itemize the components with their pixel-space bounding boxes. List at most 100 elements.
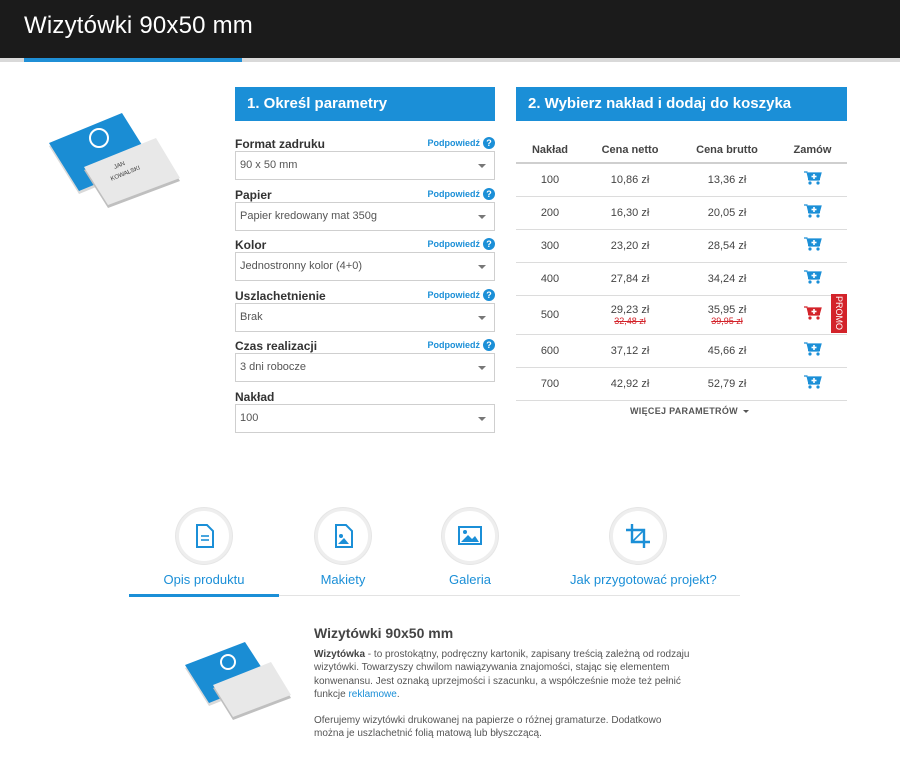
net-price-cell: 23,20 zł [584, 229, 676, 263]
gross-price: 28,54 zł [707, 239, 747, 252]
net-price: 23,20 zł [610, 239, 650, 252]
net-price: 10,86 zł [610, 173, 650, 186]
net-price-cell: 10,86 zł [584, 163, 676, 197]
price-row: 200 16,30 zł 20,05 zł [516, 196, 847, 230]
param-value: Papier kredowany mat 350g [240, 210, 377, 222]
help-link[interactable]: Podpowiedź? [427, 137, 495, 149]
price-table: Nakład Cena netto Cena brutto Zamów 100 … [516, 137, 847, 401]
net-price: 29,23 zł [610, 303, 650, 316]
advertising-link[interactable]: reklamowe [348, 689, 396, 700]
description-paragraph-2: Oferujemy wizytówki drukowanej na papier… [314, 715, 662, 740]
param-field: Nakład 100 [235, 390, 495, 436]
add-to-cart-icon[interactable] [803, 170, 823, 186]
active-tab-indicator [129, 594, 279, 597]
tab-how-to-prepare[interactable]: Jak przygotować projekt? [570, 508, 717, 587]
help-label: Podpowiedź [427, 239, 481, 249]
price-table-header: Nakład Cena netto Cena brutto Zamów [516, 137, 847, 164]
order-cell [778, 334, 847, 368]
price-row: 700 42,92 zł 52,79 zł [516, 367, 847, 401]
param-field: Uszlachetnienie Podpowiedź? Brak [235, 289, 495, 335]
more-parameters-link[interactable]: WIĘCEJ PARAMETRÓW [630, 406, 749, 416]
add-to-cart-icon[interactable] [803, 203, 823, 219]
old-net-price: 32,48 zł [614, 315, 646, 326]
tab-description-label: Opis produktu [163, 572, 245, 587]
col-order: Zamów [778, 137, 847, 164]
caret-down-icon [742, 410, 749, 414]
param-select[interactable]: 90 x 50 mm [235, 151, 495, 180]
price-row: 100 10,86 zł 13,36 zł [516, 163, 847, 197]
description-paragraph-1: Wizytówka - to prostokątny, podręczny ka… [314, 648, 694, 701]
gross-price-cell: 52,79 zł [676, 367, 778, 401]
add-to-cart-icon[interactable] [803, 341, 823, 357]
chevron-down-icon [478, 366, 486, 370]
document-icon [176, 508, 232, 564]
param-value: Jednostronny kolor (4+0) [240, 260, 362, 272]
help-link[interactable]: Podpowiedź? [428, 339, 495, 351]
chevron-down-icon [478, 215, 486, 219]
net-price: 37,12 zł [610, 344, 650, 357]
help-label: Podpowiedź [427, 138, 481, 148]
quantity-cell: 700 [516, 367, 584, 401]
param-field: Format zadruku Podpowiedź? 90 x 50 mm [235, 137, 495, 183]
help-link[interactable]: Podpowiedź? [427, 238, 495, 250]
param-select[interactable]: Papier kredowany mat 350g [235, 202, 495, 231]
gross-price-cell: 35,95 zł 39,95 zł [676, 295, 778, 335]
description-title: Wizytówki 90x50 mm [314, 625, 454, 641]
net-price-cell: 16,30 zł [584, 196, 676, 230]
param-value: 90 x 50 mm [240, 159, 298, 171]
image-icon [442, 508, 498, 564]
tab-description[interactable]: Opis produktu [150, 508, 258, 587]
param-select[interactable]: Brak [235, 303, 495, 332]
order-cell [778, 163, 847, 197]
gross-price: 45,66 zł [707, 344, 747, 357]
template-file-icon [315, 508, 371, 564]
gross-price-cell: 13,36 zł [676, 163, 778, 197]
add-to-cart-icon[interactable] [803, 374, 823, 390]
question-icon: ? [483, 289, 495, 301]
title-underline [0, 58, 900, 62]
quantity-heading: 2. Wybierz nakład i dodaj do koszyka [516, 87, 847, 121]
business-card-illustration-small [185, 642, 291, 720]
param-field: Papier Podpowiedź? Papier kredowany mat 35… [235, 188, 495, 234]
tab-gallery-label: Galeria [449, 572, 491, 587]
col-quantity: Nakład [516, 137, 584, 164]
help-link[interactable]: Podpowiedź? [428, 188, 495, 200]
promo-badge: PROMO [831, 294, 847, 333]
col-gross-price: Cena brutto [676, 137, 778, 164]
net-price-cell: 37,12 zł [584, 334, 676, 368]
gross-price-cell: 20,05 zł [676, 196, 778, 230]
chevron-down-icon [478, 417, 486, 421]
question-icon: ? [483, 188, 495, 200]
net-price-cell: 29,23 zł 32,48 zł [584, 295, 676, 335]
quantity-cell: 600 [516, 334, 584, 368]
help-label: Podpowiedź [427, 290, 481, 300]
param-label: Nakład [235, 390, 275, 404]
order-cell [778, 229, 847, 263]
order-cell [778, 367, 847, 401]
gross-price: 34,24 zł [707, 272, 747, 285]
order-cell [778, 196, 847, 230]
tab-how-to-prepare-label: Jak przygotować projekt? [570, 572, 717, 587]
quantity-cell: 400 [516, 262, 584, 296]
param-select[interactable]: 100 [235, 404, 495, 433]
help-link[interactable]: Podpowiedź? [427, 289, 495, 301]
question-icon: ? [483, 137, 495, 149]
add-to-cart-icon[interactable] [803, 305, 823, 321]
tab-templates-label: Makiety [320, 572, 366, 587]
tab-gallery[interactable]: Galeria [416, 508, 524, 587]
net-price: 42,92 zł [610, 377, 650, 390]
crop-icon [610, 508, 666, 564]
param-select[interactable]: 3 dni robocze [235, 353, 495, 382]
chevron-down-icon [478, 265, 486, 269]
gross-price: 35,95 zł [707, 303, 747, 316]
tab-templates[interactable]: Makiety [289, 508, 397, 587]
add-to-cart-icon[interactable] [803, 269, 823, 285]
chevron-down-icon [478, 316, 486, 320]
gross-price-cell: 45,66 zł [676, 334, 778, 368]
param-select[interactable]: Jednostronny kolor (4+0) [235, 252, 495, 281]
title-underline-accent [24, 58, 242, 62]
top-bar: Wizytówki 90x50 mm [0, 0, 900, 58]
question-icon: ? [483, 238, 495, 250]
add-to-cart-icon[interactable] [803, 236, 823, 252]
col-net-price: Cena netto [584, 137, 676, 164]
